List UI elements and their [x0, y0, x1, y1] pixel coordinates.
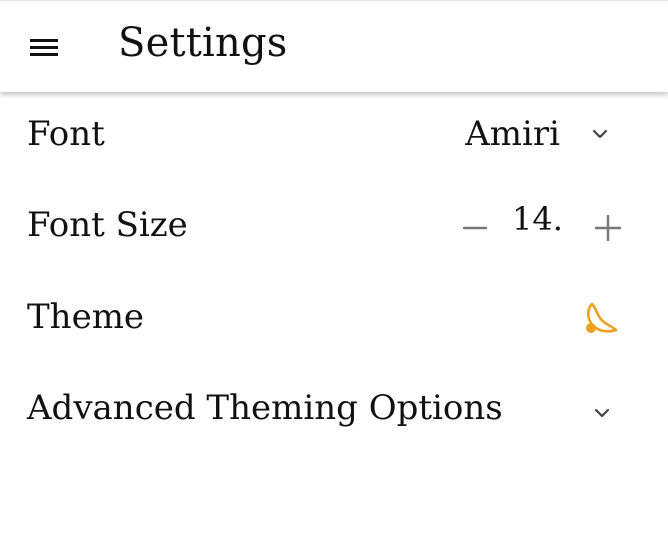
settings-screen: Settings Font Amiri Font Size 14. Theme	[0, 0, 668, 535]
advanced-theming-expand-button[interactable]	[588, 400, 618, 426]
chevron-down-icon	[592, 129, 608, 139]
theme-label: Theme	[27, 297, 145, 337]
moon-icon	[586, 302, 618, 333]
chevron-down-icon	[594, 408, 610, 418]
font-select-value: Amiri	[465, 114, 560, 154]
menu-button[interactable]	[24, 29, 64, 65]
font-select[interactable]: Amiri	[440, 108, 630, 158]
minus-icon	[462, 226, 488, 230]
advanced-theming-label: Advanced Theming Options	[27, 388, 503, 428]
theme-toggle-button[interactable]	[578, 300, 622, 340]
font-size-label: Font Size	[27, 205, 188, 245]
app-bar: Settings	[0, 0, 668, 92]
plus-icon	[594, 214, 622, 242]
font-size-setting-row: Font Size 14.	[0, 182, 668, 272]
advanced-theming-row[interactable]: Advanced Theming Options	[0, 362, 668, 452]
hamburger-menu-icon	[30, 39, 58, 56]
font-size-decrement-button[interactable]	[458, 208, 494, 244]
page-title: Settings	[118, 20, 288, 66]
font-setting-row: Font Amiri	[0, 92, 668, 182]
font-label: Font	[27, 114, 105, 154]
font-size-increment-button[interactable]	[588, 208, 628, 248]
theme-setting-row: Theme	[0, 272, 668, 362]
font-size-value[interactable]: 14.	[512, 196, 563, 242]
